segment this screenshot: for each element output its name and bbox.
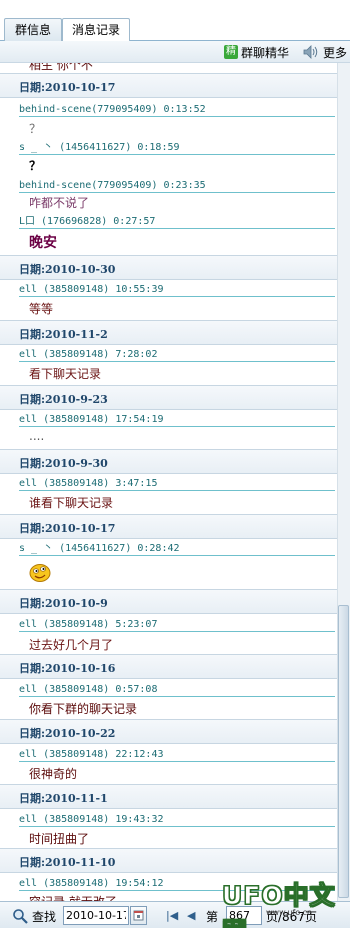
- message-text: 谁看下聊天记录: [29, 496, 114, 510]
- message-text: 过去好几个月了: [29, 638, 114, 652]
- date-header: 日期:2010-9-30: [0, 449, 337, 474]
- date-header: 日期:2010-10-17: [0, 514, 337, 539]
- tab-message-log[interactable]: 消息记录: [62, 18, 130, 42]
- watermark-text: UFO中文网: [222, 881, 336, 928]
- date-header: 日期:2010-10-9: [0, 589, 337, 614]
- date-label: 日期:2010-11-10: [19, 856, 116, 869]
- message-sender: behind-scene(779095409) 0:23:35: [19, 176, 335, 193]
- date-header: 日期:2010-9-23: [0, 385, 337, 410]
- date-label: 日期:2010-10-9: [19, 597, 108, 610]
- date-label: 日期:2010-9-30: [19, 457, 108, 470]
- message-text: 咋都不说了: [29, 196, 90, 210]
- message-text: 晚安: [29, 235, 57, 251]
- date-label: 日期:2010-10-16: [19, 662, 116, 675]
- date-label: 日期:2010-10-22: [19, 727, 116, 740]
- message-sender: L口 (176696828) 0:27:57: [19, 212, 335, 229]
- date-header: 日期:2010-11-2: [0, 320, 337, 345]
- date-header: 日期:2010-10-22: [0, 719, 337, 744]
- message-text: ....: [29, 429, 45, 443]
- search-button[interactable]: 查找: [32, 908, 56, 925]
- message-text: 相生 你个不: [29, 63, 93, 72]
- calendar-button[interactable]: [130, 906, 147, 925]
- message-text: 突记录 就无改了: [29, 893, 117, 901]
- page-prefix: 第: [206, 910, 219, 924]
- calendar-icon: [133, 910, 144, 921]
- essence-icon: 精: [224, 45, 238, 59]
- toolbar: 精 群聊精华 更多: [0, 41, 350, 63]
- message-sender: ell (385809148) 3:47:15: [19, 474, 335, 491]
- group-essence-button[interactable]: 精 群聊精华: [224, 43, 289, 61]
- message-list[interactable]: 相生 你个不 日期:2010-10-17 behind-scene(779095…: [0, 63, 337, 901]
- date-label: 日期:2010-10-30: [19, 263, 116, 276]
- date-input[interactable]: [63, 906, 129, 925]
- tab-bar: 群信息 消息记录: [0, 0, 350, 42]
- date-label: 日期:2010-11-1: [19, 792, 108, 805]
- date-header: 日期:2010-11-10: [0, 848, 337, 873]
- message-text: 很神奇的: [29, 767, 78, 781]
- message-text: 你看下群的聊天记录: [29, 702, 138, 716]
- message-sender: s _ 丶 (1456411627) 0:28:42: [19, 539, 335, 556]
- message-sender: ell (385809148) 0:57:08: [19, 680, 335, 697]
- message-sender: s _ 丶 (1456411627) 0:18:59: [19, 138, 335, 155]
- message-text: 看下聊天记录: [29, 367, 102, 381]
- date-label: 日期:2010-9-23: [19, 393, 108, 406]
- message-sender: ell (385809148) 22:12:43: [19, 745, 335, 762]
- message-sender: behind-scene(779095409) 0:13:52: [19, 100, 335, 117]
- group-essence-label: 群聊精华: [241, 45, 290, 60]
- message-sender: ell (385809148) 19:43:32: [19, 810, 335, 827]
- tab-group-info[interactable]: 群信息: [4, 18, 62, 41]
- message-text: ？: [29, 122, 42, 136]
- message-text: ？: [29, 159, 42, 173]
- more-button[interactable]: 更多: [303, 43, 347, 61]
- message-sender: ell (385809148) 17:54:19: [19, 410, 335, 427]
- message-sender: ell (385809148) 5:23:07: [19, 615, 335, 632]
- more-label: 更多: [323, 45, 348, 60]
- speaker-icon: [303, 45, 321, 59]
- date-label: 日期:2010-11-2: [19, 328, 108, 341]
- date-header: 日期:2010-10-16: [0, 654, 337, 679]
- search-icon[interactable]: [12, 908, 28, 924]
- message-sender: ell (385809148) 7:28:02: [19, 345, 335, 362]
- date-label: 日期:2010-10-17: [19, 522, 116, 535]
- date-label: 日期:2010-10-17: [19, 81, 116, 94]
- message-text: 等等: [29, 302, 54, 316]
- prev-page-icon[interactable]: ◀: [187, 909, 195, 922]
- date-header: 日期:2010-10-30: [0, 255, 337, 280]
- site-watermark: UFO中文网 www.ufo.cn: [222, 876, 350, 928]
- first-page-icon[interactable]: |◀: [166, 909, 178, 922]
- scrollbar-thumb[interactable]: [338, 605, 349, 898]
- watermark-url: www.ufo.cn: [266, 908, 313, 917]
- message-text: 时间扭曲了: [29, 832, 90, 846]
- message-sender: ell (385809148) 10:55:39: [19, 280, 335, 297]
- smiley-emoticon: [28, 561, 52, 583]
- date-header: 日期:2010-10-17: [0, 73, 337, 98]
- date-header: 日期:2010-11-1: [0, 784, 337, 809]
